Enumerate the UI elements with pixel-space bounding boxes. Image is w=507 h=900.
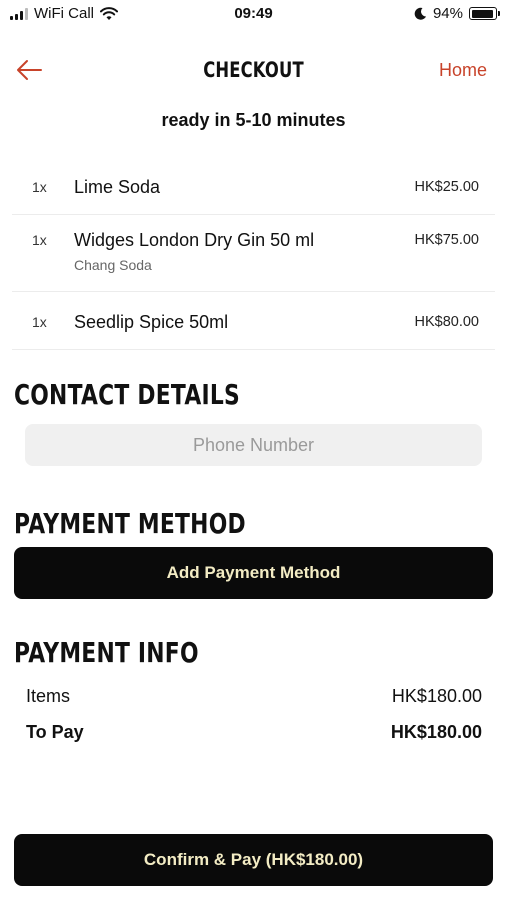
add-payment-method-label: Add Payment Method (166, 563, 341, 582)
order-item-qty: 1x (32, 232, 47, 248)
arrow-left-icon (17, 60, 42, 80)
page-title: CHECKOUT (203, 58, 304, 82)
status-right: 94% (414, 5, 500, 22)
battery-percent: 94% (432, 5, 463, 22)
battery-icon (469, 7, 500, 20)
payment-info-heading: PAYMENT INFO (14, 636, 199, 669)
back-button[interactable] (14, 56, 46, 84)
order-item-qty: 1x (32, 314, 47, 330)
order-item: 1x Lime Soda HK$25.00 (12, 160, 495, 215)
ready-time-text: ready in 5-10 minutes (161, 110, 346, 130)
order-list: 1x Lime Soda HK$25.00 1x Widges London D… (12, 160, 495, 350)
order-item-price: HK$25.00 (414, 179, 480, 195)
order-item-name: Seedlip Spice 50ml (74, 312, 229, 332)
moon-icon (414, 7, 426, 20)
order-item-modifier: Chang Soda (74, 257, 152, 273)
status-bar: WiFi Call 09:49 94% (0, 0, 507, 30)
battery-fill (471, 9, 494, 18)
order-item-name: Lime Soda (74, 177, 161, 197)
order-item: 1x Widges London Dry Gin 50 ml Chang Sod… (12, 215, 495, 292)
order-item-qty: 1x (32, 179, 47, 195)
confirm-pay-button[interactable]: Confirm & Pay (HK$180.00) (14, 834, 493, 886)
items-value: HK$180.00 (391, 686, 482, 706)
home-link[interactable]: Home (439, 60, 487, 81)
order-item-name: Widges London Dry Gin 50 ml (74, 230, 315, 250)
confirm-pay-label: Confirm & Pay (HK$180.00) (143, 850, 364, 869)
order-item-price: HK$75.00 (414, 232, 480, 248)
items-label: Items (26, 686, 71, 706)
payment-method-heading: PAYMENT METHOD (14, 507, 246, 540)
add-payment-method-button[interactable]: Add Payment Method (14, 547, 493, 599)
to-pay-row: To Pay HK$180.00 (26, 722, 482, 743)
items-total-row: Items HK$180.00 (26, 686, 482, 707)
order-item: 1x Seedlip Spice 50ml HK$80.00 (12, 292, 495, 350)
phone-number-input[interactable] (25, 424, 482, 466)
to-pay-label: To Pay (26, 722, 84, 742)
order-item-price: HK$80.00 (414, 314, 480, 330)
to-pay-value: HK$180.00 (390, 722, 482, 742)
contact-details-heading: CONTACT DETAILS (14, 378, 240, 411)
header: CHECKOUT Home (0, 48, 507, 92)
